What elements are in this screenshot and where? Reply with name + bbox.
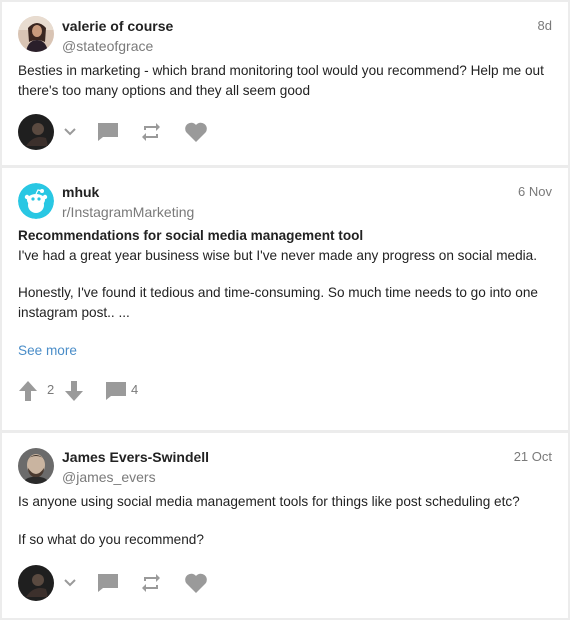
post-time: 21 Oct <box>513 449 552 464</box>
chevron-down-icon[interactable] <box>62 575 78 591</box>
post-paragraph: Honestly, I've found it tedious and time… <box>18 285 538 300</box>
subreddit-name[interactable]: r/InstagramMarketing <box>62 204 194 220</box>
chevron-down-icon[interactable] <box>62 124 78 140</box>
post-card: James Evers-Swindell @james_evers 21 Oct… <box>2 433 568 618</box>
post-time: 6 Nov <box>518 184 552 199</box>
post-time: 8d <box>537 18 552 33</box>
upvote-count: 2 <box>47 382 55 397</box>
downvote-arrow-icon[interactable] <box>64 379 84 403</box>
account-avatar-button[interactable] <box>18 114 54 150</box>
comment-icon[interactable] <box>105 381 127 401</box>
post-card: mhuk r/InstagramMarketing 6 Nov Recommen… <box>2 168 568 430</box>
like-heart-icon[interactable] <box>184 121 208 143</box>
author-name[interactable]: valerie of course <box>62 18 173 34</box>
repost-icon[interactable] <box>140 121 162 143</box>
see-more-link[interactable]: See more <box>18 343 77 358</box>
account-avatar-icon <box>18 114 54 150</box>
post-text: Is anyone using social media management … <box>18 494 520 509</box>
post-title[interactable]: Recommendations for social media managem… <box>18 228 363 243</box>
post-card: valerie of course @stateofgrace 8d Besti… <box>2 2 568 165</box>
upvote-arrow-icon[interactable] <box>18 379 38 403</box>
account-avatar-icon <box>18 565 54 601</box>
post-text: If so what do you recommend? <box>18 532 204 547</box>
post-text: Besties in marketing - which brand monit… <box>18 63 544 98</box>
author-name[interactable]: mhuk <box>62 184 99 200</box>
author-handle[interactable]: @stateofgrace <box>62 38 153 54</box>
comment-count: 4 <box>131 382 139 397</box>
account-avatar-button[interactable] <box>18 565 54 601</box>
like-heart-icon[interactable] <box>184 572 208 594</box>
reply-icon[interactable] <box>97 573 119 593</box>
author-avatar[interactable] <box>18 448 54 484</box>
post-paragraph: instagram post.. ... <box>18 305 130 320</box>
author-avatar[interactable] <box>18 16 54 52</box>
reddit-snoo-icon <box>18 183 54 219</box>
author-name[interactable]: James Evers-Swindell <box>62 449 209 465</box>
repost-icon[interactable] <box>140 572 162 594</box>
reply-icon[interactable] <box>97 122 119 142</box>
post-paragraph: I've had a great year business wise but … <box>18 248 538 263</box>
author-handle[interactable]: @james_evers <box>62 469 156 485</box>
subreddit-avatar[interactable] <box>18 183 54 219</box>
